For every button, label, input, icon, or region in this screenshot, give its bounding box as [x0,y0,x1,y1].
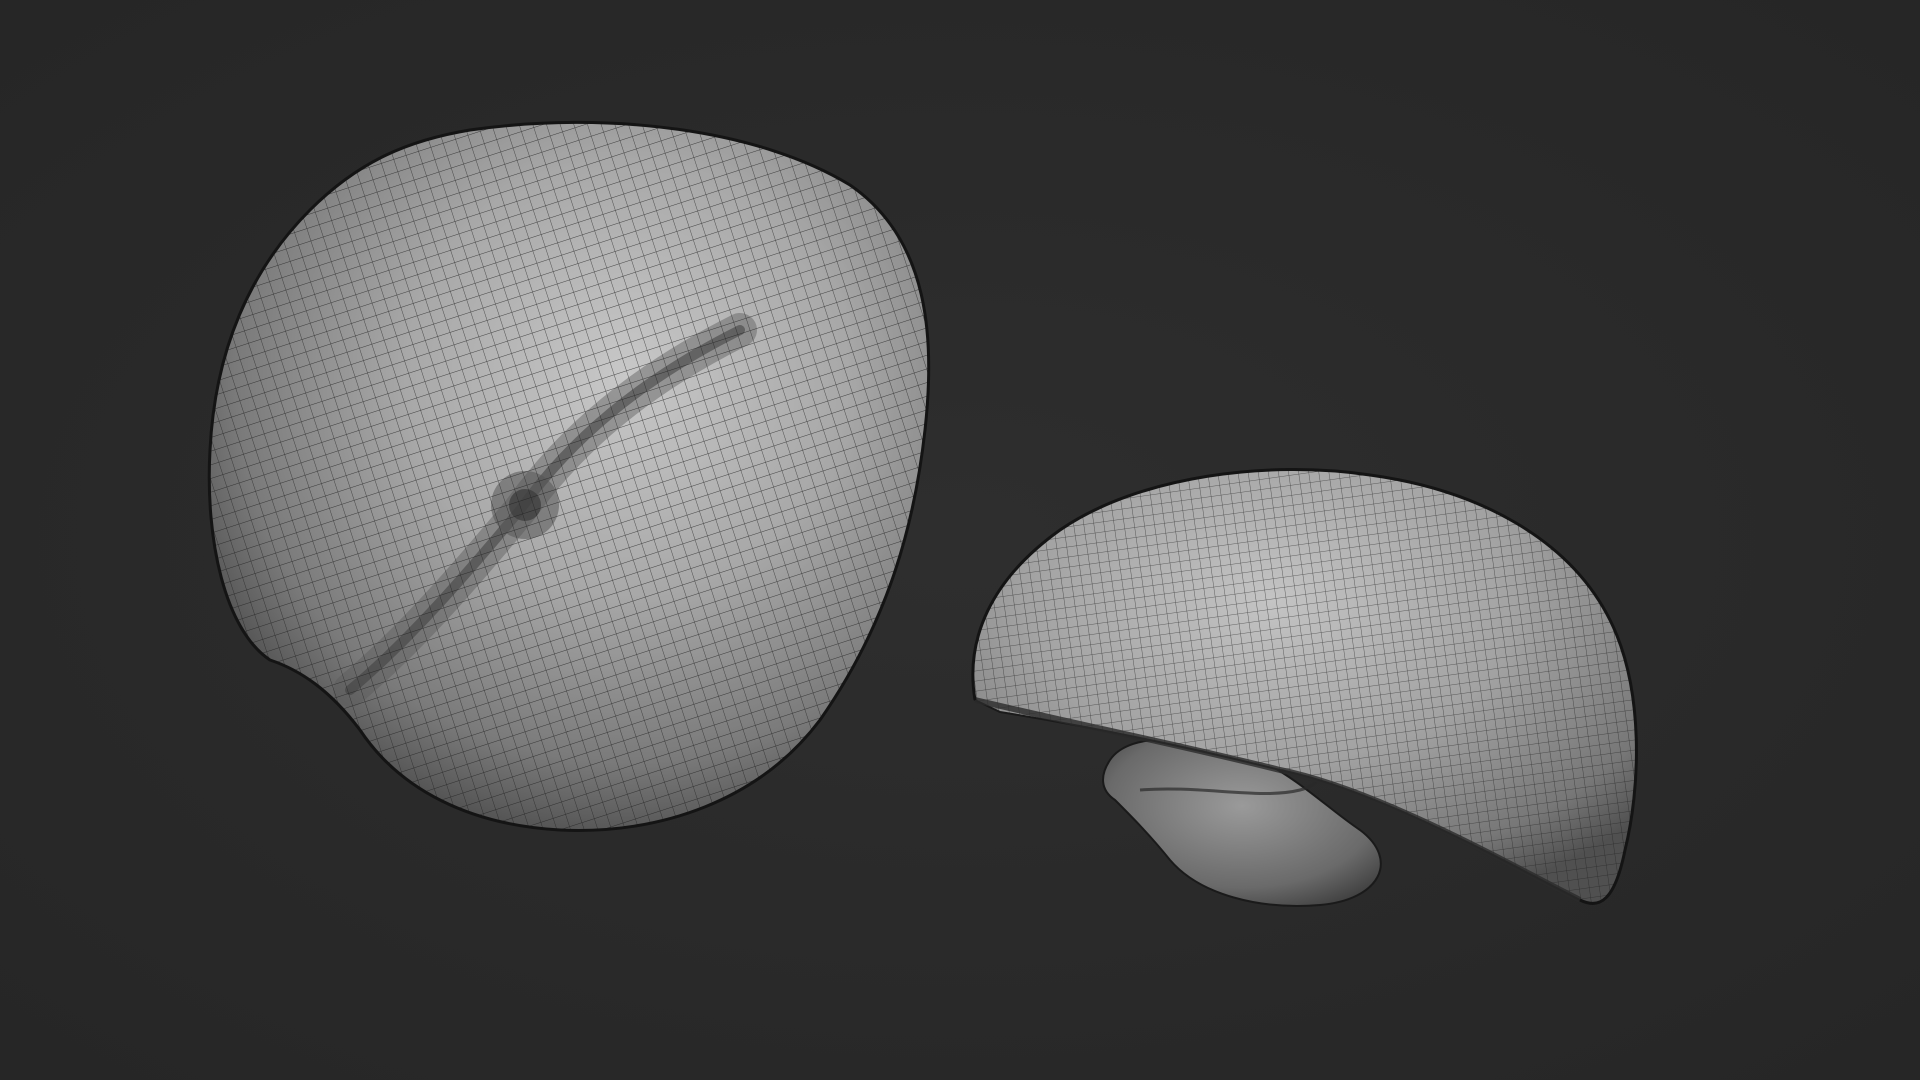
3d-viewport[interactable] [0,0,1920,1080]
viewport-render [0,0,1920,1080]
